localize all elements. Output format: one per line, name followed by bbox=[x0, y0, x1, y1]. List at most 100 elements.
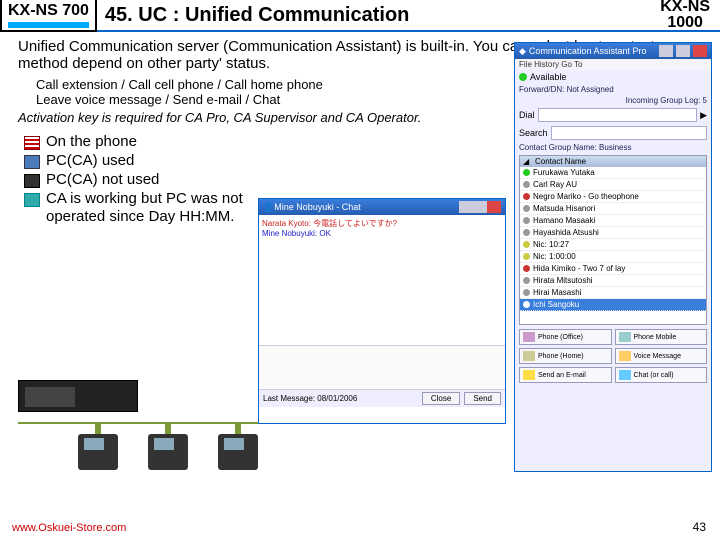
chat-titlebar[interactable]: 👤 Mine Nobuyuki - Chat bbox=[259, 199, 505, 215]
home-phone-icon bbox=[523, 351, 535, 361]
contact-name: Carl Ray AU bbox=[533, 180, 577, 189]
email-icon bbox=[523, 370, 535, 380]
legend-pc-used: PC(CA) used bbox=[46, 152, 134, 170]
status-icon-idle bbox=[24, 193, 40, 207]
action-phone-office[interactable]: Phone (Office) bbox=[519, 329, 612, 345]
action-chat[interactable]: Chat (or call) bbox=[615, 367, 708, 383]
app-icon: ◆ bbox=[519, 46, 526, 57]
contact-name: Ichi Sangoku bbox=[533, 300, 579, 309]
presence-icon bbox=[523, 229, 530, 236]
phone-group bbox=[78, 422, 318, 470]
contact-row[interactable]: Nic: 10:27 bbox=[520, 239, 706, 251]
phone-icon bbox=[523, 332, 535, 342]
chat-close-button[interactable]: Close bbox=[422, 392, 460, 405]
ca-app-window: ◆ Communication Assistant Pro File Histo… bbox=[514, 42, 712, 472]
contact-row[interactable]: Hirai Masashi bbox=[520, 287, 706, 299]
dial-input[interactable] bbox=[538, 108, 698, 122]
slide-title: 45. UC : Unified Communication bbox=[101, 4, 650, 27]
model-badge-left-text: KX-NS 700 bbox=[8, 2, 89, 19]
action-phone-mobile[interactable]: Phone Mobile bbox=[615, 329, 708, 345]
model-badge-right: KX-NS 1000 bbox=[650, 0, 720, 31]
contact-row[interactable]: Ichi Sangoku bbox=[520, 299, 706, 311]
close-button[interactable] bbox=[693, 45, 707, 57]
group-value: Business bbox=[599, 143, 631, 152]
chat-window: 👤 Mine Nobuyuki - Chat Narata Kyoto: 今電話… bbox=[258, 198, 506, 424]
forward-row[interactable]: Forward/DN: Not Assigned bbox=[515, 84, 711, 95]
contact-row[interactable]: Negro Mariko - Go theophone bbox=[520, 191, 706, 203]
presence-label: Available bbox=[530, 72, 566, 82]
contact-list[interactable]: ◢Contact Name Furukawa Yutaka Carl Ray AU… bbox=[519, 155, 707, 325]
minimize-button[interactable] bbox=[459, 201, 473, 213]
contact-name: Nic: 1:00:00 bbox=[533, 252, 576, 261]
contact-row[interactable]: Carl Ray AU bbox=[520, 179, 706, 191]
contact-row[interactable]: Hida Kimiko - Two 7 of lay bbox=[520, 263, 706, 275]
mobile-icon bbox=[619, 332, 631, 342]
contact-row[interactable]: Nic: 1:00:00 bbox=[520, 251, 706, 263]
dial-go-icon[interactable]: ▶ bbox=[700, 110, 707, 121]
group-log-row[interactable]: Incoming Group Log: 5 bbox=[515, 95, 711, 106]
contact-row[interactable]: Hamano Masaaki bbox=[520, 215, 706, 227]
presence-icon bbox=[523, 193, 530, 200]
action-send-email[interactable]: Send an E-mail bbox=[519, 367, 612, 383]
presence-icon bbox=[523, 241, 530, 248]
action-voice-message[interactable]: Voice Message bbox=[615, 348, 708, 364]
contact-name: Hirata Mitsutoshi bbox=[533, 276, 593, 285]
ca-menubar[interactable]: File History Go To bbox=[515, 59, 711, 70]
legend-on-phone: On the phone bbox=[46, 133, 137, 151]
legend-pc-not-used: PC(CA) not used bbox=[46, 171, 159, 189]
maximize-button[interactable] bbox=[473, 201, 487, 213]
presence-icon bbox=[523, 217, 530, 224]
chat-input-area[interactable] bbox=[259, 345, 505, 389]
desk-phone-icon bbox=[218, 422, 258, 470]
desk-phone-icon bbox=[78, 422, 118, 470]
presence-icon bbox=[523, 265, 530, 272]
status-icon-pc-not-used bbox=[24, 174, 40, 188]
model-badge-left: KX-NS 700 bbox=[0, 0, 97, 32]
voicemail-icon bbox=[619, 351, 631, 361]
dial-field: Dial ▶ bbox=[515, 106, 711, 124]
contact-name: Negro Mariko - Go theophone bbox=[533, 192, 639, 201]
presence-icon bbox=[523, 301, 530, 308]
contact-name: Hayashida Atsushi bbox=[533, 228, 599, 237]
contact-name: Furukawa Yutaka bbox=[533, 168, 595, 177]
chat-send-button[interactable]: Send bbox=[464, 392, 501, 405]
contact-group-row: Contact Group Name: Business bbox=[515, 142, 711, 153]
contact-row[interactable]: Hayashida Atsushi bbox=[520, 227, 706, 239]
chat-user-icon: 👤 bbox=[263, 202, 274, 213]
search-label: Search bbox=[519, 128, 548, 138]
ca-titlebar[interactable]: ◆ Communication Assistant Pro bbox=[515, 43, 711, 59]
contact-name: Nic: 10:27 bbox=[533, 240, 569, 249]
status-icon-on-phone bbox=[24, 136, 40, 150]
badge-underline bbox=[8, 22, 89, 28]
search-input[interactable] bbox=[551, 126, 707, 140]
footer-url: www.Oskuei-Store.com bbox=[12, 522, 126, 534]
chat-footer: Last Message: 08/01/2006 Close Send bbox=[259, 389, 505, 407]
presence-icon bbox=[523, 253, 530, 260]
badge-right-line2: 1000 bbox=[660, 15, 710, 31]
action-phone-home[interactable]: Phone (Home) bbox=[519, 348, 612, 364]
presence-icon bbox=[523, 289, 530, 296]
legend-idle: CA is working but PC was not operated si… bbox=[46, 190, 246, 226]
minimize-button[interactable] bbox=[659, 45, 673, 57]
group-label: Contact Group Name: bbox=[519, 143, 597, 152]
chat-message: Narata Kyoto: 今電話してよいですか? bbox=[262, 218, 502, 229]
search-field: Search bbox=[515, 124, 711, 142]
contact-list-header: ◢Contact Name bbox=[520, 156, 706, 167]
presence-icon bbox=[523, 277, 530, 284]
col-contact-name: Contact Name bbox=[535, 157, 586, 166]
action-buttons: Phone (Office) Phone Mobile Phone (Home)… bbox=[515, 327, 711, 388]
chat-message: Mine Nobuyuki: OK bbox=[262, 229, 502, 238]
chat-timestamp: Last Message: 08/01/2006 bbox=[263, 394, 357, 403]
presence-dot-icon bbox=[519, 73, 527, 81]
contact-name: Matsuda Hisanori bbox=[533, 204, 595, 213]
contact-row[interactable]: Hirata Mitsutoshi bbox=[520, 275, 706, 287]
ca-title-text: Communication Assistant Pro bbox=[529, 46, 656, 56]
pbx-device-icon bbox=[18, 380, 138, 412]
chat-transcript: Narata Kyoto: 今電話してよいですか? Mine Nobuyuki:… bbox=[259, 215, 505, 345]
close-button[interactable] bbox=[487, 201, 501, 213]
contact-row[interactable]: Matsuda Hisanori bbox=[520, 203, 706, 215]
status-icon-pc-used bbox=[24, 155, 40, 169]
contact-row[interactable]: Furukawa Yutaka bbox=[520, 167, 706, 179]
maximize-button[interactable] bbox=[676, 45, 690, 57]
presence-row[interactable]: Available bbox=[515, 70, 711, 84]
